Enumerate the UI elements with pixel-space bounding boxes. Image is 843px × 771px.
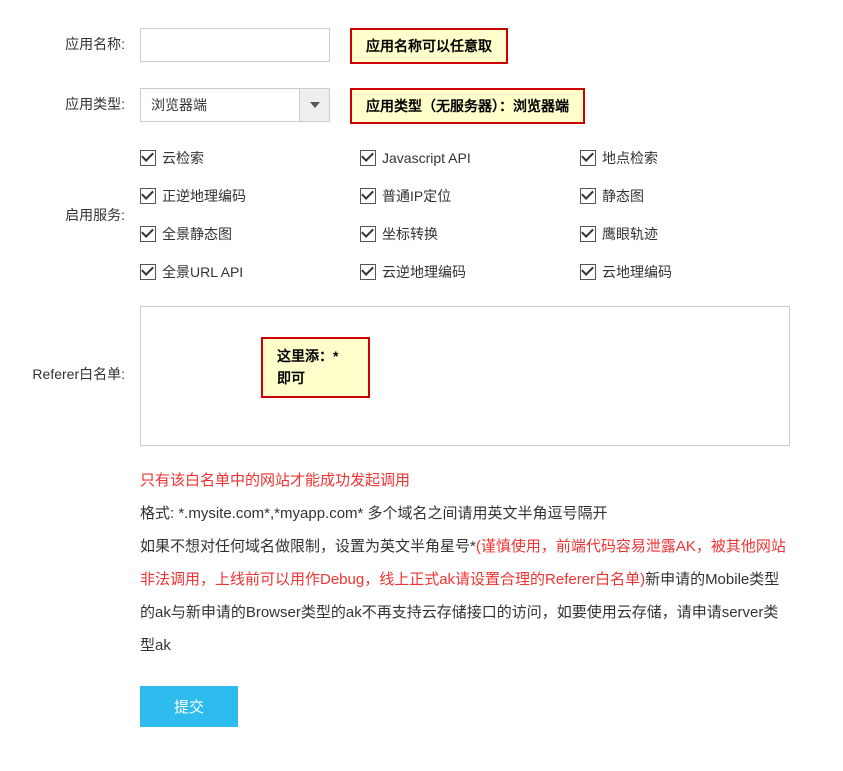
service-checkbox-item[interactable]: 地点检索 — [580, 148, 800, 168]
services-label: 启用服务: — [20, 205, 140, 225]
app-name-hint: 应用名称可以任意取 — [350, 28, 508, 64]
checkbox-icon[interactable] — [360, 226, 376, 242]
checkbox-icon[interactable] — [580, 226, 596, 242]
checkbox-icon[interactable] — [360, 150, 376, 166]
services-grid: 云检索 Javascript API 地点检索正逆地理编码 普通IP定位 静态图全景静态… — [140, 148, 800, 282]
submit-spacer — [20, 686, 140, 692]
service-checkbox-item[interactable]: 全景静态图 — [140, 224, 360, 244]
service-checkbox-item[interactable]: 云地理编码 — [580, 262, 800, 282]
chevron-down-icon — [310, 102, 320, 108]
checkbox-icon[interactable] — [140, 264, 156, 280]
service-label: 正逆地理编码 — [162, 186, 246, 206]
note-whitelist-only: 只有该白名单中的网站才能成功发起调用 — [140, 464, 790, 497]
service-label: 坐标转换 — [382, 224, 438, 244]
note-format: 格式: *.mysite.com*,*myapp.com* 多个域名之间请用英文… — [140, 497, 790, 530]
service-label: 全景URL API — [162, 262, 243, 282]
checkbox-icon[interactable] — [140, 188, 156, 204]
service-checkbox-item[interactable]: Javascript API — [360, 148, 580, 168]
service-checkbox-item[interactable]: 云逆地理编码 — [360, 262, 580, 282]
referer-notes: 只有该白名单中的网站才能成功发起调用 格式: *.mysite.com*,*my… — [140, 464, 790, 662]
app-type-dropdown-button[interactable] — [299, 89, 329, 121]
checkbox-icon[interactable] — [140, 226, 156, 242]
checkbox-icon[interactable] — [580, 188, 596, 204]
app-type-select[interactable]: 浏览器端 — [140, 88, 330, 122]
note-wildcard-prefix: 如果不想对任何域名做限制，设置为英文半角星号* — [140, 538, 476, 555]
checkbox-icon[interactable] — [360, 264, 376, 280]
submit-button[interactable]: 提交 — [140, 686, 238, 727]
app-type-hint: 应用类型（无服务器）：浏览器端 — [350, 88, 585, 124]
checkbox-icon[interactable] — [580, 150, 596, 166]
referer-label: Referer白名单: — [20, 306, 140, 384]
note-wildcard: 如果不想对任何域名做限制，设置为英文半角星号*(谨慎使用，前端代码容易泄露AK，… — [140, 530, 790, 662]
service-label: 鹰眼轨迹 — [602, 224, 658, 244]
service-checkbox-item[interactable]: 正逆地理编码 — [140, 186, 360, 206]
referer-hint-line1: 这里添：* — [277, 345, 338, 367]
referer-textarea[interactable]: 这里添：* 即可 — [140, 306, 790, 446]
service-label: 地点检索 — [602, 148, 658, 168]
service-checkbox-item[interactable]: 全景URL API — [140, 262, 360, 282]
app-type-value: 浏览器端 — [141, 89, 299, 121]
app-name-label: 应用名称: — [20, 28, 140, 54]
service-label: 静态图 — [602, 186, 644, 206]
app-name-input[interactable] — [140, 28, 330, 62]
service-label: 云逆地理编码 — [382, 262, 466, 282]
checkbox-icon[interactable] — [140, 150, 156, 166]
service-checkbox-item[interactable]: 鹰眼轨迹 — [580, 224, 800, 244]
service-label: 云检索 — [162, 148, 204, 168]
service-checkbox-item[interactable]: 普通IP定位 — [360, 186, 580, 206]
service-checkbox-item[interactable]: 坐标转换 — [360, 224, 580, 244]
checkbox-icon[interactable] — [580, 264, 596, 280]
service-label: 云地理编码 — [602, 262, 672, 282]
service-checkbox-item[interactable]: 静态图 — [580, 186, 800, 206]
service-label: 全景静态图 — [162, 224, 232, 244]
referer-hint-line2: 即可 — [277, 367, 338, 389]
service-checkbox-item[interactable]: 云检索 — [140, 148, 360, 168]
referer-hint: 这里添：* 即可 — [261, 337, 370, 398]
app-type-label: 应用类型: — [20, 88, 140, 114]
service-label: 普通IP定位 — [382, 186, 451, 206]
checkbox-icon[interactable] — [360, 188, 376, 204]
service-label: Javascript API — [382, 150, 471, 166]
